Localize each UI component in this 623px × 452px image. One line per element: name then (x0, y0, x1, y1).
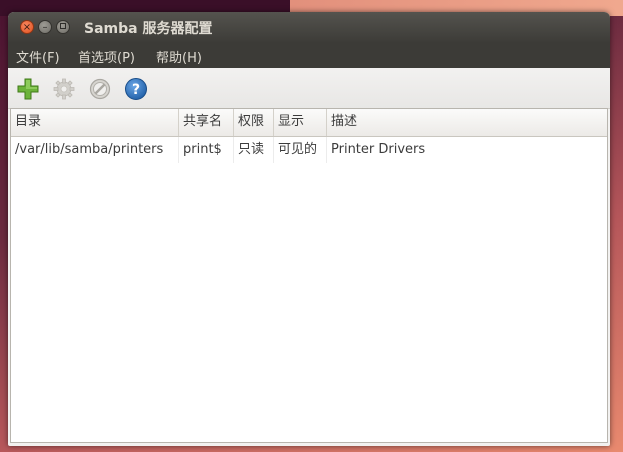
add-icon (17, 78, 39, 100)
delete-share-button[interactable] (88, 77, 112, 101)
share-properties-button[interactable] (52, 77, 76, 101)
window-title: Samba 服务器配置 (84, 21, 213, 37)
maximize-window-button[interactable] (56, 20, 70, 34)
shares-table[interactable]: 目录 共享名 权限 显示 描述 /var/lib/samba/printers … (10, 108, 608, 443)
help-button[interactable]: ? (124, 77, 148, 101)
gear-icon (53, 78, 75, 100)
close-window-button[interactable]: × (20, 20, 34, 34)
delete-icon (89, 78, 111, 100)
toolbar: ? (8, 68, 610, 109)
cell-directory: /var/lib/samba/printers (11, 137, 179, 163)
samba-config-window: × – Samba 服务器配置 文件(F) 首选项(P) 帮助(H) ? 目录 … (8, 12, 610, 446)
cell-share-name: print$ (179, 137, 234, 163)
column-header-permission[interactable]: 权限 (234, 109, 274, 136)
column-header-visibility[interactable]: 显示 (274, 109, 327, 136)
title-bar[interactable]: × – Samba 服务器配置 (8, 12, 610, 42)
minimize-icon: – (42, 22, 48, 33)
column-header-share-name[interactable]: 共享名 (179, 109, 234, 136)
table-row[interactable]: /var/lib/samba/printers print$ 只读 可见的 Pr… (11, 137, 607, 163)
add-share-button[interactable] (16, 77, 40, 101)
menu-file[interactable]: 文件(F) (16, 47, 60, 66)
menu-bar: 文件(F) 首选项(P) 帮助(H) (8, 42, 610, 68)
cell-description: Printer Drivers (331, 142, 426, 157)
cell-permission: 只读 (234, 137, 274, 163)
menu-help[interactable]: 帮助(H) (156, 47, 202, 66)
minimize-window-button[interactable]: – (38, 20, 52, 34)
menu-preferences[interactable]: 首选项(P) (78, 47, 135, 66)
cell-visibility: 可见的 (274, 137, 327, 163)
column-header-directory[interactable]: 目录 (11, 109, 179, 136)
close-icon: × (22, 22, 32, 33)
help-icon: ? (125, 78, 147, 100)
column-header-description[interactable]: 描述 (327, 109, 607, 136)
maximize-icon (60, 23, 66, 29)
svg-text:?: ? (132, 82, 140, 98)
table-header: 目录 共享名 权限 显示 描述 (11, 109, 607, 137)
